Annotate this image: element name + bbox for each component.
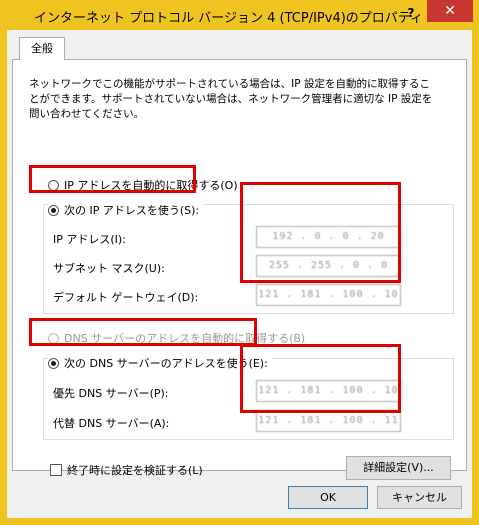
preferred-dns-label: 優先 DNS サーバー(P): xyxy=(53,387,169,400)
radio-button-selected-icon xyxy=(48,357,59,369)
alternate-dns-input[interactable]: 121 . 181 . 100 . 11 xyxy=(256,410,401,432)
title-bar[interactable]: インターネット プロトコル バージョン 4 (TCP/IPv4)のプロパティ ?… xyxy=(0,0,479,30)
dialog-window: インターネット プロトコル バージョン 4 (TCP/IPv4)のプロパティ ?… xyxy=(0,0,479,525)
validate-on-exit-checkbox[interactable]: 終了時に設定を検証する(L) xyxy=(50,462,203,478)
default-gateway-label: デフォルト ゲートウェイ(D): xyxy=(53,291,199,304)
radio-button-selected-icon xyxy=(48,204,59,216)
ip-manual-label: 次の IP アドレスを使う(S): xyxy=(64,204,200,217)
ok-button[interactable]: OK xyxy=(288,486,368,509)
ip-address-label: IP アドレス(I): xyxy=(53,233,126,246)
description-text: ネットワークでこの機能がサポートされている場合は、IP 設定を自動的に取得するこ… xyxy=(29,78,433,120)
close-button[interactable]: ✕ xyxy=(427,0,473,22)
dns-manual-radio[interactable]: 次の DNS サーバーのアドレスを使う(E): xyxy=(48,355,272,371)
cancel-button[interactable]: キャンセル xyxy=(377,486,462,509)
highlight-dns-fields xyxy=(240,344,401,413)
validate-on-exit-label: 終了時に設定を検証する(L) xyxy=(67,464,203,477)
highlight-ip-manual-radio xyxy=(29,165,196,193)
dns-manual-label: 次の DNS サーバーのアドレスを使う(E): xyxy=(64,357,268,370)
advanced-settings-button[interactable]: 詳細設定(V)... xyxy=(346,456,451,480)
tab-general[interactable]: 全般 xyxy=(19,37,65,60)
help-button[interactable]: ? xyxy=(400,3,422,23)
ip-manual-radio[interactable]: 次の IP アドレスを使う(S): xyxy=(48,202,204,218)
subnet-mask-label: サブネット マスク(U): xyxy=(53,262,165,275)
highlight-ip-fields xyxy=(240,182,401,283)
alternate-dns-label: 代替 DNS サーバー(A): xyxy=(53,417,170,430)
highlight-dns-manual-radio xyxy=(29,318,257,346)
window-title: インターネット プロトコル バージョン 4 (TCP/IPv4)のプロパティ xyxy=(34,11,424,26)
default-gateway-input[interactable]: 121 . 181 . 100 . 10 xyxy=(256,284,401,306)
checkbox-icon xyxy=(50,464,62,476)
